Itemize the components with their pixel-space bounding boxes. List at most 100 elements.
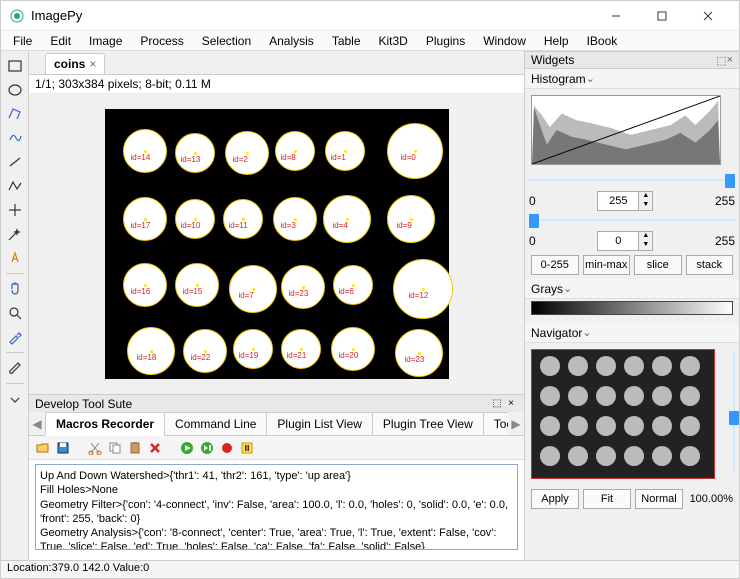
- coin-label: id=8: [281, 153, 296, 162]
- pin-icon[interactable]: ⬚: [716, 54, 726, 67]
- point-tool[interactable]: [4, 199, 26, 221]
- wand-tool[interactable]: [4, 223, 26, 245]
- colormap-bar[interactable]: [531, 301, 733, 315]
- apply-button[interactable]: Apply: [531, 489, 579, 509]
- oval-select-tool[interactable]: [4, 79, 26, 101]
- cut-icon[interactable]: [87, 440, 103, 456]
- dev-tab[interactable]: Plugin List View: [266, 412, 373, 436]
- menu-plugins[interactable]: Plugins: [418, 32, 473, 50]
- widgets-title: Widgets: [531, 53, 574, 67]
- image-canvas[interactable]: id=14id=13id=2id=8id=1id=0id=17id=10id=1…: [105, 109, 449, 379]
- low-slider[interactable]: [529, 213, 735, 229]
- menu-edit[interactable]: Edit: [42, 32, 79, 50]
- menu-analysis[interactable]: Analysis: [261, 32, 322, 50]
- hist-button-0255[interactable]: 0-255: [531, 255, 579, 275]
- close-tab-icon[interactable]: ×: [89, 57, 96, 71]
- hist-button-minmax[interactable]: min-max: [583, 255, 631, 275]
- navigator-header[interactable]: Navigator ⌄: [525, 323, 739, 343]
- colormap-header[interactable]: Grays ⌄: [525, 279, 739, 299]
- coin-label: id=23: [289, 289, 309, 298]
- pause-icon[interactable]: [239, 440, 255, 456]
- dev-panel-title: Develop Tool Sute: [35, 397, 132, 411]
- chevron-down-icon: ⌄: [586, 72, 595, 85]
- spin-up-icon[interactable]: ▲: [639, 232, 652, 241]
- dev-panel-header: Develop Tool Sute ⬚ ×: [29, 394, 524, 412]
- spin-up-icon[interactable]: ▲: [639, 192, 652, 201]
- text-tool[interactable]: [4, 247, 26, 269]
- low-value-input[interactable]: ▲▼: [597, 231, 653, 251]
- hand-tool[interactable]: [4, 278, 26, 300]
- paste-icon[interactable]: [127, 440, 143, 456]
- record-icon[interactable]: [219, 440, 235, 456]
- spin-down-icon[interactable]: ▼: [639, 241, 652, 250]
- coin-label: id=16: [131, 287, 151, 296]
- menu-ibook[interactable]: IBook: [579, 32, 626, 50]
- save-icon[interactable]: [55, 440, 71, 456]
- coin-label: id=7: [239, 291, 254, 300]
- macros-text-area[interactable]: Up And Down Watershed>{'thr1': 41, 'thr2…: [35, 464, 518, 550]
- picker-tool[interactable]: [4, 326, 26, 348]
- coin-label: id=4: [333, 221, 348, 230]
- menu-file[interactable]: File: [5, 32, 40, 50]
- dev-tab[interactable]: Command Line: [164, 412, 267, 436]
- hist-button-slice[interactable]: slice: [634, 255, 682, 275]
- coin-label: id=1: [331, 153, 346, 162]
- close-icon[interactable]: ×: [727, 54, 733, 66]
- navigator-label: Navigator: [531, 326, 582, 340]
- coin-label: id=17: [131, 221, 151, 230]
- menu-process[interactable]: Process: [132, 32, 191, 50]
- step-icon[interactable]: [199, 440, 215, 456]
- expand-tool[interactable]: [4, 388, 26, 410]
- delete-icon[interactable]: [147, 440, 163, 456]
- zoom-tool[interactable]: [4, 302, 26, 324]
- spin-down-icon[interactable]: ▼: [639, 201, 652, 210]
- tab-coins[interactable]: coins ×: [45, 53, 105, 74]
- menu-help[interactable]: Help: [536, 32, 577, 50]
- menu-selection[interactable]: Selection: [194, 32, 259, 50]
- menu-image[interactable]: Image: [81, 32, 130, 50]
- coin-label: id=21: [287, 351, 307, 360]
- coin-label: id=19: [239, 351, 259, 360]
- copy-icon[interactable]: [107, 440, 123, 456]
- freehand-tool[interactable]: [4, 127, 26, 149]
- toolbar-separator: [6, 273, 24, 274]
- coin-label: id=15: [183, 287, 203, 296]
- multiline-tool[interactable]: [4, 175, 26, 197]
- histogram-label: Histogram: [531, 72, 586, 86]
- high-slider[interactable]: [529, 173, 735, 189]
- hist-button-stack[interactable]: stack: [686, 255, 734, 275]
- slider-max-2: 255: [715, 234, 735, 248]
- scroll-left-icon[interactable]: ◀: [29, 417, 45, 431]
- image-tabs: coins ×: [29, 51, 524, 75]
- coin-label: id=14: [131, 153, 151, 162]
- open-icon[interactable]: [35, 440, 51, 456]
- menu-kit3d[interactable]: Kit3D: [371, 32, 416, 50]
- navigator-thumbnail[interactable]: [531, 349, 715, 479]
- close-panel-icon[interactable]: ×: [504, 398, 518, 409]
- pin-icon[interactable]: ⬚: [490, 398, 504, 409]
- normal-button[interactable]: Normal: [635, 489, 683, 509]
- nav-zoom-slider[interactable]: [727, 351, 739, 471]
- close-button[interactable]: [685, 1, 731, 31]
- polygon-tool[interactable]: [4, 103, 26, 125]
- brush-tool[interactable]: [4, 357, 26, 379]
- rect-select-tool[interactable]: [4, 55, 26, 77]
- high-value-input[interactable]: ▲▼: [597, 191, 653, 211]
- menu-table[interactable]: Table: [324, 32, 369, 50]
- run-icon[interactable]: [179, 440, 195, 456]
- dev-tab[interactable]: Plugin Tree View: [372, 412, 484, 436]
- dev-tab[interactable]: Macros Recorder: [45, 412, 165, 436]
- menu-window[interactable]: Window: [475, 32, 534, 50]
- left-toolbar: [1, 51, 29, 560]
- minimize-button[interactable]: [593, 1, 639, 31]
- coin-label: id=10: [181, 221, 201, 230]
- scroll-right-icon[interactable]: ▶: [508, 417, 524, 431]
- canvas-area: id=14id=13id=2id=8id=1id=0id=17id=10id=1…: [29, 94, 524, 394]
- fit-button[interactable]: Fit: [583, 489, 631, 509]
- maximize-button[interactable]: [639, 1, 685, 31]
- chevron-down-icon: ⌄: [582, 326, 591, 339]
- line-tool[interactable]: [4, 151, 26, 173]
- dev-tabs: ◀ Macros RecorderCommand LinePlugin List…: [29, 412, 524, 436]
- dev-tab[interactable]: Tool Tre: [483, 412, 508, 436]
- histogram-header[interactable]: Histogram ⌄: [525, 69, 739, 89]
